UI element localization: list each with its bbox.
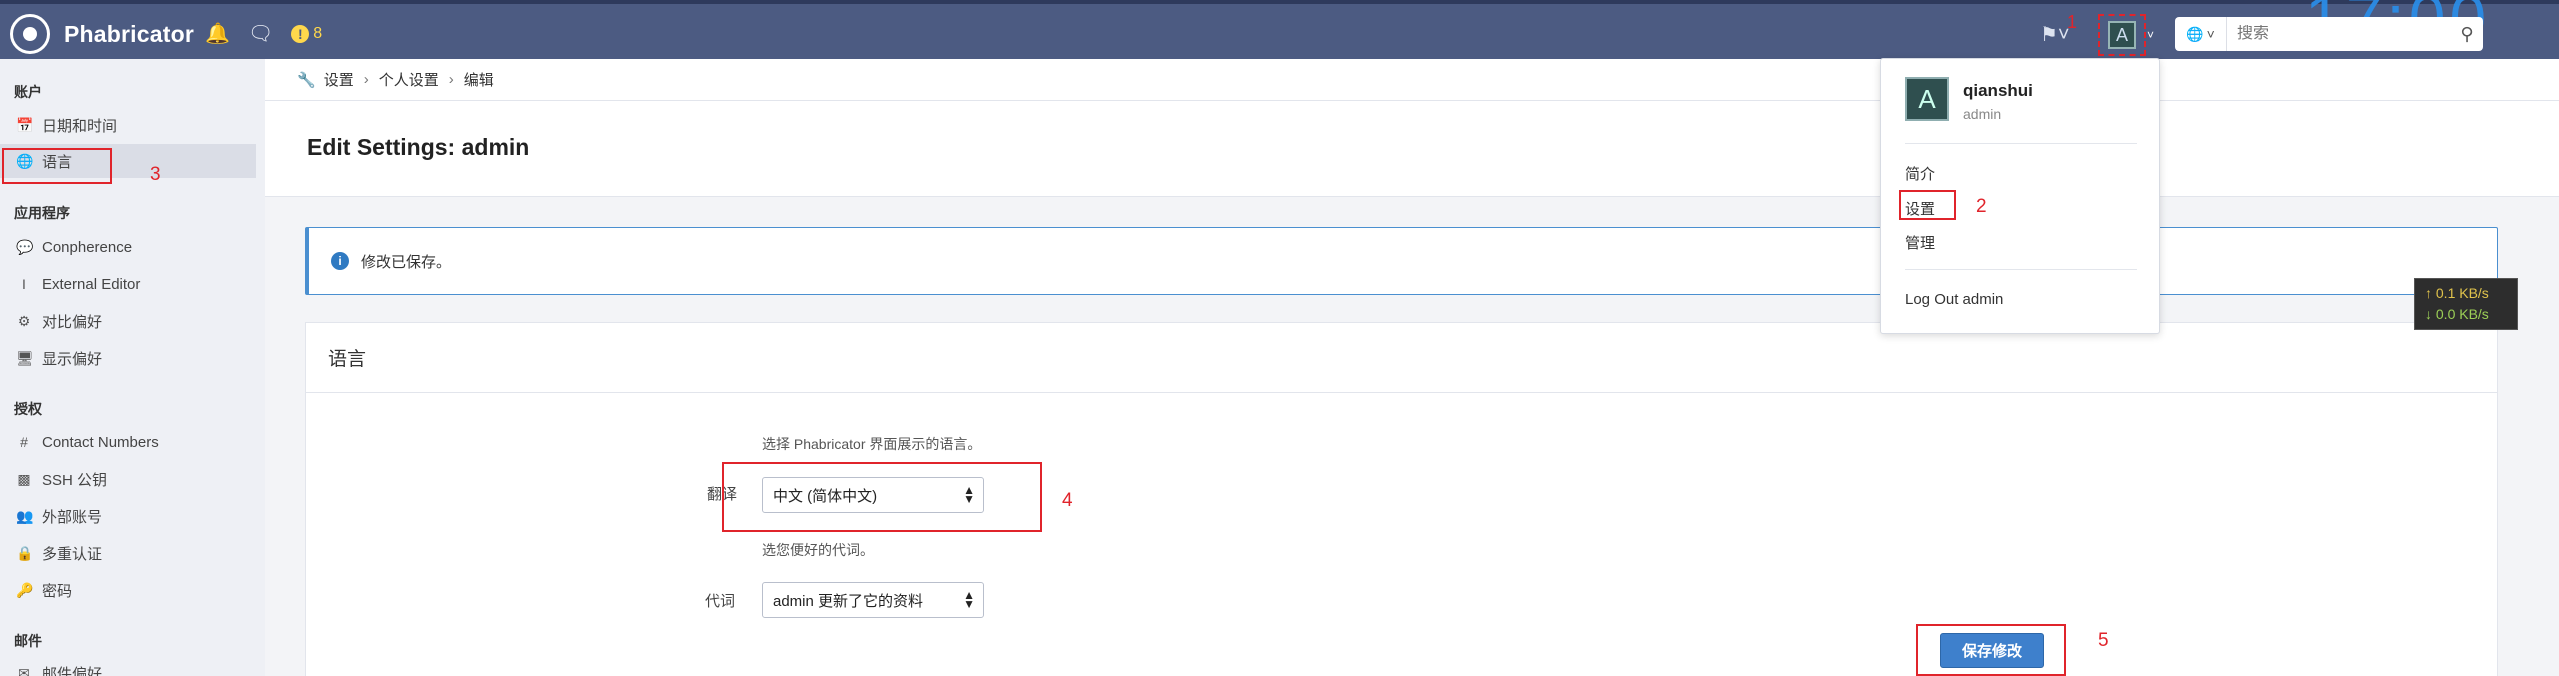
select-arrows-icon: ▲ ▼ [963,588,975,611]
network-speed-widget: ↑ 0.1 KB/s ↓ 0.0 KB/s [2414,278,2518,330]
download-speed: ↓ 0.0 KB/s [2425,306,2489,322]
sidebar-item-external-accounts[interactable]: 👥 外部账号 [0,499,256,533]
user-avatar: A [2108,21,2136,49]
sidebar-item-external-editor[interactable]: I External Editor [0,267,256,301]
sidebar-item-email-prefs[interactable]: ✉ 邮件偏好 [0,656,256,676]
sidebar-item-label: Contact Numbers [42,433,159,451]
pronoun-label: 代词 [705,593,736,610]
sidebar-item-label: Conpherence [42,238,133,256]
setup-warnings[interactable]: ! 8 [291,24,323,43]
globe-icon: 🌐 [2186,25,2204,42]
text-cursor-icon: I [22,276,26,292]
sidebar-item-label: External Editor [42,275,141,293]
chat-bubbles-icon[interactable]: 🗨 [248,21,273,46]
breadcrumb: 🔧 设置 › 个人设置 › 编辑 [265,59,2559,101]
info-icon: i [331,252,349,270]
phabricator-eye-icon [10,14,50,54]
search-input[interactable] [2227,25,2451,43]
section-authorization: 授权 [14,401,42,417]
annotation-box-5 [1916,624,2066,676]
lock-icon: 🔒 [16,544,34,561]
monitor-icon: 🖥 [16,349,34,366]
annotation-4: 4 [1062,490,1073,511]
menu-item-manage[interactable]: 管理 [1905,232,1935,253]
app-name: Phabricator [64,20,195,47]
sidebar-item-label: SSH 公钥 [42,471,108,489]
menu-role: admin [1963,106,2002,122]
saved-notice: i 修改已保存。 [305,227,2498,295]
menu-divider [1905,143,2137,144]
gear-icon: ⚙ [17,312,31,329]
upload-speed: ↑ 0.1 KB/s [2425,285,2489,301]
bookmark-icon[interactable]: ⚑˅ [2040,22,2070,47]
chevron-down-icon: ˅ [2146,28,2154,42]
sidebar-item-mfa[interactable]: 🔒 多重认证 [0,536,256,570]
search-bar: 🌐 ˅ ⚲ [2175,17,2483,51]
annotation-box-2 [1899,190,1956,220]
chat-icon: 💬 [16,238,34,255]
breadcrumb-edit: 编辑 [463,72,494,89]
translation-hint: 选择 Phabricator 界面展示的语言。 [762,436,982,452]
bell-icon[interactable]: 🔔 [205,21,230,46]
section-email: 邮件 [14,633,42,649]
users-icon: 👥 [16,507,34,524]
key-icon: 🔑 [16,581,34,598]
notice-text: 修改已保存。 [361,253,452,271]
page-title: Edit Settings: admin [307,134,530,160]
annotation-2: 2 [1976,196,1987,217]
pronoun-select-value: admin 更新了它的资料 [773,592,924,610]
user-menu-button[interactable]: A ˅ [2098,14,2154,56]
sidebar-item-label: 多重认证 [42,545,103,563]
sidebar-item-ssh-keys[interactable]: ▩ SSH 公钥 [0,462,256,496]
annotation-box-3 [2,148,112,184]
annotation-3: 3 [150,164,161,185]
menu-item-logout[interactable]: Log Out admin [1905,291,2003,308]
pronoun-hint: 选您便好的代词。 [762,542,874,558]
menu-item-profile[interactable]: 简介 [1905,163,1935,184]
menu-username[interactable]: qianshui [1963,81,2033,101]
warning-count: 8 [313,24,323,42]
sidebar-item-conpherence[interactable]: 💬 Conpherence [0,230,256,264]
sidebar-item-diff-prefs[interactable]: ⚙ 对比偏好 [0,304,256,338]
terminal-icon: ▩ [17,470,31,487]
sidebar-item-label: 外部账号 [42,508,103,526]
sidebar-item-datetime[interactable]: 📅 日期和时间 [0,108,256,142]
sidebar-item-label: 密码 [42,582,73,600]
search-scope-button[interactable]: 🌐 ˅ [2175,17,2227,51]
calendar-icon: 📅 [16,116,34,133]
notification-icons: 🔔 🗨 ! 8 [205,21,322,46]
language-panel: 语言 [305,322,2498,676]
sidebar-item-contact-numbers[interactable]: # Contact Numbers [0,425,256,459]
breadcrumb-personal-settings[interactable]: 个人设置 [379,69,439,90]
sidebar-item-label: 对比偏好 [42,313,103,331]
sidebar-item-label: 邮件偏好 [42,665,103,676]
sidebar-item-password[interactable]: 🔑 密码 [0,573,256,607]
sidebar-item-display-prefs[interactable]: 🖥 显示偏好 [0,341,256,375]
wrench-icon: 🔧 [297,71,316,89]
breadcrumb-settings[interactable]: 设置 [324,69,354,90]
sidebar-item-label: 显示偏好 [42,350,103,368]
annotation-5: 5 [2098,630,2109,651]
section-account: 账户 [14,84,42,100]
sidebar-item-label: 日期和时间 [42,117,118,135]
menu-avatar: A [1905,77,1949,121]
warning-icon: ! [291,24,310,43]
panel-header: 语言 [306,323,2497,393]
mail-icon: ✉ [18,664,30,676]
pronoun-select[interactable]: admin 更新了它的资料 ▲ ▼ [762,582,984,618]
annotation-box-4 [722,462,1042,532]
home-logo[interactable]: Phabricator [10,14,194,54]
section-applications: 应用程序 [14,205,70,221]
top-navbar: Phabricator 🔔 🗨 ! 8 17:00 1 ⚑˅ A ˅ 🌐 ˅ ⚲ [0,0,2559,59]
chevron-down-icon: ˅ [2206,26,2215,42]
menu-divider [1905,269,2137,270]
page-header: Edit Settings: admin [265,101,2559,197]
hash-icon: # [20,434,28,450]
search-icon[interactable]: ⚲ [2451,24,2483,45]
